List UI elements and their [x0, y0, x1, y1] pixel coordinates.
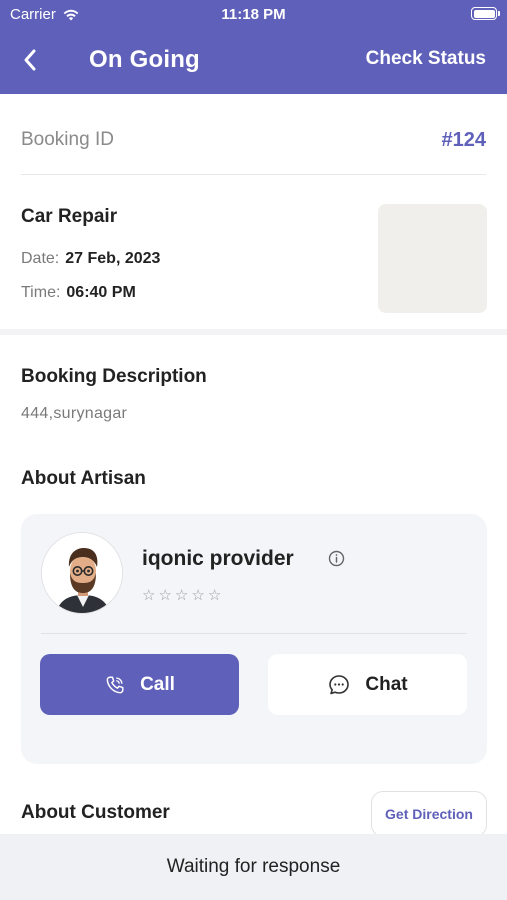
divider — [21, 174, 486, 175]
check-status-button[interactable]: Check Status — [366, 48, 486, 70]
card-divider — [41, 633, 467, 634]
chat-button[interactable]: Chat — [268, 654, 467, 715]
response-status-bar: Waiting for response — [0, 834, 507, 900]
call-label: Call — [140, 673, 175, 695]
time-label: Time: — [21, 284, 61, 301]
get-direction-button[interactable]: Get Direction — [371, 791, 487, 837]
avatar — [41, 532, 123, 614]
booking-id-value: #124 — [441, 128, 487, 151]
booking-id-label: Booking ID — [21, 129, 114, 150]
info-icon[interactable] — [328, 550, 345, 567]
booking-description-text: 444,surynagar — [21, 405, 128, 422]
section-separator — [0, 329, 507, 335]
phone-icon — [106, 675, 124, 693]
avatar-image — [42, 533, 122, 613]
page-title: On Going — [89, 46, 200, 73]
star-icon: ☆ — [174, 587, 192, 604]
booking-id-row: Booking ID #124 — [21, 126, 486, 154]
star-icon: ☆ — [207, 587, 225, 604]
date-label: Date: — [21, 250, 60, 267]
chat-label: Chat — [365, 673, 408, 695]
about-artisan-title: About Artisan — [21, 468, 146, 489]
rating-stars: ☆☆☆☆☆ — [142, 586, 224, 604]
star-icon: ☆ — [158, 587, 175, 604]
battery-icon — [471, 7, 500, 20]
star-icon: ☆ — [191, 587, 208, 604]
chevron-left-icon — [24, 49, 36, 71]
service-image — [378, 204, 487, 313]
status-time: 11:18 PM — [221, 6, 286, 23]
booking-description-title: Booking Description — [21, 366, 207, 387]
back-button[interactable] — [18, 46, 42, 74]
date-value: 27 Feb, 2023 — [65, 250, 161, 267]
about-customer-title: About Customer — [21, 802, 170, 823]
response-status-text: Waiting for response — [166, 856, 341, 877]
chat-bubble-icon — [329, 674, 350, 694]
call-button[interactable]: Call — [40, 654, 239, 715]
time-value: 06:40 PM — [66, 284, 136, 301]
app-header: Carrier 11:18 PM On Going Check Status — [0, 0, 507, 94]
star-icon: ☆ — [142, 587, 159, 604]
provider-name: iqonic provider — [142, 547, 294, 570]
service-name: Car Repair — [21, 206, 118, 227]
booking-date: Date: 27 Feb, 2023 — [21, 250, 160, 268]
booking-time: Time: 06:40 PM — [21, 284, 136, 302]
artisan-card: iqonic provider ☆☆☆☆☆ Call Chat — [21, 514, 487, 764]
status-bar: Carrier 11:18 PM — [0, 0, 507, 30]
